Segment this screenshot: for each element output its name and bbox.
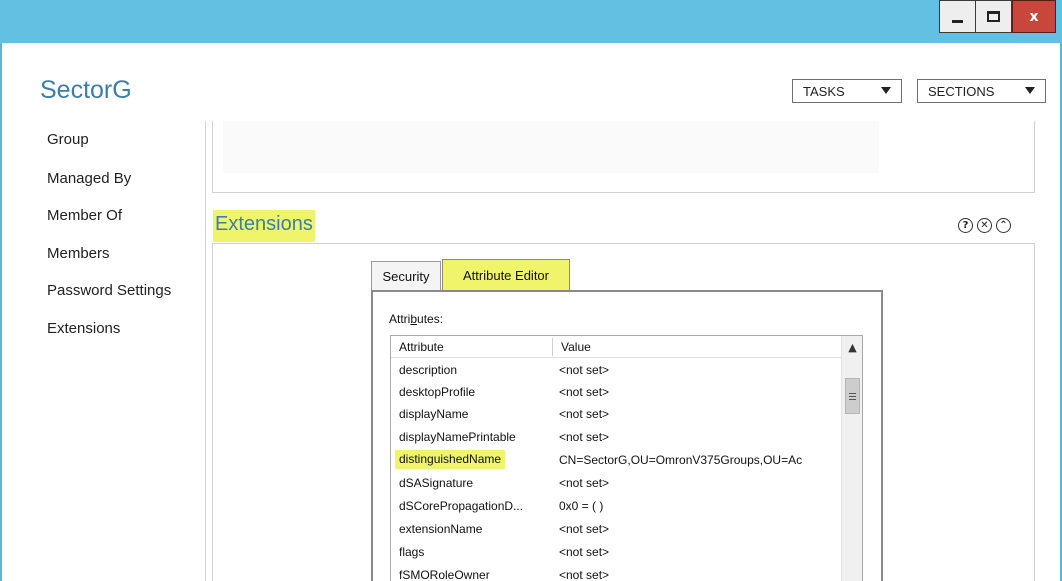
sidebar-item-group[interactable]: Group (47, 131, 89, 148)
tab-attribute-editor[interactable]: Attribute Editor (442, 259, 570, 290)
title-bar[interactable] (0, 0, 1062, 43)
attributes-label: Attributes: (389, 312, 444, 326)
list-item[interactable]: dSASignature <not set> (391, 472, 841, 494)
list-item[interactable]: description <not set> (391, 359, 841, 381)
previous-section-box (212, 121, 1035, 193)
list-item-highlighted[interactable]: distinguishedName CN=SectorG,OU=OmronV375… (391, 449, 841, 471)
previous-section-content (223, 121, 879, 173)
sections-dropdown[interactable]: SECTIONS (917, 79, 1046, 103)
sidebar-item-extensions[interactable]: Extensions (47, 320, 120, 337)
tasks-label: TASKS (803, 83, 845, 99)
section-header-icons: ? ✕ ⌃ (958, 218, 1011, 233)
minimize-icon (952, 19, 963, 23)
list-item[interactable]: desktopProfile <not set> (391, 381, 841, 403)
scroll-up-icon[interactable]: ▲ (842, 336, 862, 358)
maximize-icon (987, 11, 1000, 22)
close-window-button[interactable]: x (1012, 0, 1056, 33)
close-icon: x (1029, 8, 1039, 25)
sidebar-item-member-of[interactable]: Member Of (47, 207, 122, 224)
sidebar-item-password-settings[interactable]: Password Settings (47, 282, 171, 299)
sidebar-item-members[interactable]: Members (47, 245, 110, 262)
sidebar-divider (205, 121, 206, 581)
scroll-thumb[interactable] (845, 378, 860, 414)
list-item[interactable]: dSCorePropagationD... 0x0 = ( ) (391, 495, 841, 517)
close-icon[interactable]: ✕ (977, 218, 992, 233)
tab-security[interactable]: Security (371, 261, 441, 290)
chevron-down-icon (1025, 87, 1035, 94)
minimize-button[interactable] (939, 0, 975, 33)
help-icon[interactable]: ? (958, 218, 973, 233)
chevron-down-icon (881, 87, 891, 94)
column-header-attribute[interactable]: Attribute (399, 340, 444, 354)
tasks-dropdown[interactable]: TASKS (792, 79, 902, 103)
list-item[interactable]: flags <not set> (391, 541, 841, 563)
section-heading-extensions: Extensions (213, 210, 315, 242)
list-item[interactable]: displayName <not set> (391, 403, 841, 425)
page-title: SectorG (40, 76, 132, 104)
maximize-button[interactable] (975, 0, 1012, 33)
list-item[interactable]: displayNamePrintable <not set> (391, 426, 841, 448)
vertical-scrollbar[interactable]: ▲ (841, 336, 862, 581)
column-separator[interactable] (552, 338, 553, 356)
sidebar-item-managed-by[interactable]: Managed By (47, 170, 131, 187)
column-header-value[interactable]: Value (561, 340, 591, 354)
collapse-icon[interactable]: ⌃ (996, 218, 1011, 233)
list-item[interactable]: extensionName <not set> (391, 518, 841, 540)
list-header: Attribute Value (391, 336, 841, 358)
list-item[interactable]: fSMORoleOwner <not set> (391, 564, 841, 581)
sections-label: SECTIONS (928, 83, 995, 99)
attributes-list[interactable]: Attribute Value description <not set> des… (390, 335, 863, 581)
